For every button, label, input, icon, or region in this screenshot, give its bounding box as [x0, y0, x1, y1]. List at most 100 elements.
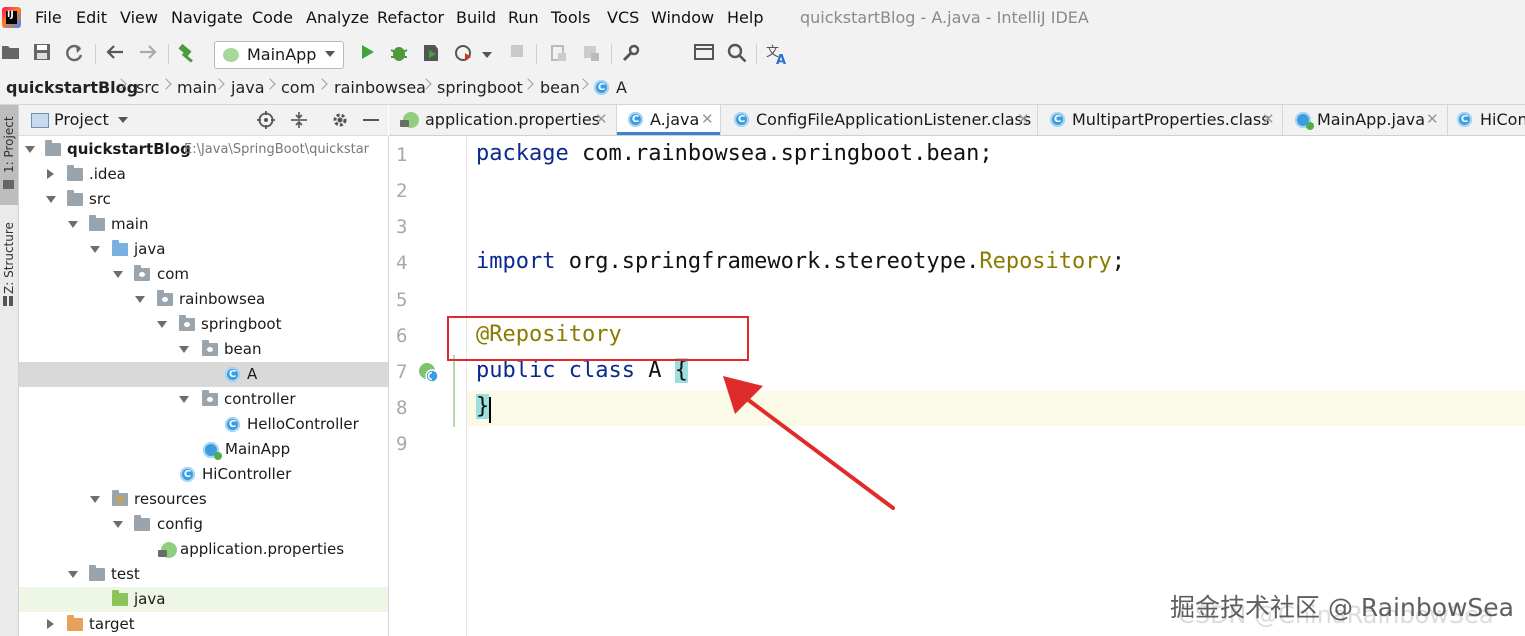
tree-item-java-source[interactable]: java	[19, 237, 388, 262]
debug-icon[interactable]	[388, 43, 410, 65]
close-icon[interactable]: ✕	[1017, 110, 1030, 128]
save-icon[interactable]	[31, 43, 53, 65]
hide-panel-icon[interactable]	[363, 119, 379, 121]
expand-arrow-icon[interactable]	[46, 196, 56, 203]
tab-application-properties[interactable]: application.properties ✕	[389, 105, 617, 135]
tree-item-label: bean	[224, 340, 262, 358]
tree-item-bean[interactable]: bean	[19, 337, 388, 362]
expand-arrow-icon[interactable]	[157, 321, 167, 328]
menu-code[interactable]: Code	[252, 8, 293, 27]
tool-window-structure-button[interactable]: Z: Structure	[0, 212, 18, 312]
menu-help[interactable]: Help	[727, 8, 763, 27]
menu-analyze[interactable]: Analyze	[306, 8, 369, 27]
profile-dropdown-icon[interactable]	[480, 43, 494, 65]
tree-item-src[interactable]: src	[19, 187, 388, 212]
tab-mainapp-java[interactable]: MainApp.java ✕	[1283, 105, 1448, 135]
translate-icon[interactable]: 文A	[766, 43, 788, 68]
tree-item-hellocontroller[interactable]: C HelloController	[19, 412, 388, 437]
menu-file[interactable]: File	[35, 8, 62, 27]
menu-view[interactable]: View	[120, 8, 158, 27]
tool-window-project-button[interactable]: 1: Project	[0, 105, 18, 205]
gear-icon[interactable]	[331, 111, 349, 133]
profile-icon[interactable]	[454, 43, 476, 65]
menu-navigate[interactable]: Navigate	[171, 8, 243, 27]
expand-arrow-icon[interactable]	[113, 271, 123, 278]
project-panel-title[interactable]: Project	[54, 110, 109, 129]
collapse-arrow-icon[interactable]	[47, 619, 54, 629]
close-icon[interactable]: ✕	[1262, 110, 1275, 128]
chevron-down-icon[interactable]	[118, 117, 128, 123]
tree-item-test[interactable]: test	[19, 562, 388, 587]
breadcrumb-item-springboot[interactable]: springboot	[437, 78, 523, 97]
back-icon[interactable]	[104, 43, 126, 65]
spring-bean-gutter-icon[interactable]	[417, 361, 439, 383]
tab-configfileapplicationlistener[interactable]: C ConfigFileApplicationListener.class ✕	[721, 105, 1038, 135]
forward-icon[interactable]	[137, 43, 159, 65]
search-icon[interactable]	[726, 43, 748, 65]
collapse-arrow-icon[interactable]	[47, 169, 54, 179]
breadcrumb-item-java[interactable]: java	[231, 78, 265, 97]
close-icon[interactable]: ✕	[595, 110, 608, 128]
settings-wrench-icon[interactable]	[620, 43, 642, 65]
tree-item-application-properties[interactable]: application.properties	[19, 537, 388, 562]
breadcrumb-item-main[interactable]: main	[177, 78, 217, 97]
code-editor[interactable]	[467, 136, 1525, 636]
menu-window[interactable]: Window	[651, 8, 714, 27]
breadcrumb-item-src[interactable]: src	[136, 78, 159, 97]
tree-item-idea[interactable]: .idea	[19, 162, 388, 187]
sync-icon[interactable]	[63, 43, 85, 65]
tree-item-com[interactable]: com	[19, 262, 388, 287]
tree-item-config[interactable]: config	[19, 512, 388, 537]
expand-arrow-icon[interactable]	[179, 396, 189, 403]
collapse-all-icon[interactable]	[290, 111, 308, 133]
expand-arrow-icon[interactable]	[68, 221, 78, 228]
line-number: 6	[396, 325, 408, 347]
tree-item-hicontroller[interactable]: C HiController	[19, 462, 388, 487]
tree-item-springboot[interactable]: springboot	[19, 312, 388, 337]
expand-arrow-icon[interactable]	[68, 571, 78, 578]
tree-item-project-root[interactable]: quickstartBlog E:\Java\SpringBoot\quicks…	[19, 137, 388, 162]
expand-arrow-icon[interactable]	[90, 246, 100, 253]
menu-edit[interactable]: Edit	[76, 8, 107, 27]
expand-arrow-icon[interactable]	[135, 296, 145, 303]
line-number: 2	[396, 180, 408, 202]
expand-arrow-icon[interactable]	[25, 146, 35, 153]
tab-a-java[interactable]: C A.java ✕	[617, 105, 721, 135]
locate-target-icon[interactable]	[257, 111, 275, 133]
breadcrumb-item-class[interactable]: A	[616, 78, 627, 97]
close-icon[interactable]: ✕	[701, 110, 714, 128]
run-icon[interactable]	[356, 43, 378, 65]
tree-item-controller[interactable]: controller	[19, 387, 388, 412]
breadcrumb-item-bean[interactable]: bean	[540, 78, 580, 97]
tree-item-java-test[interactable]: java	[19, 587, 388, 612]
build-hammer-icon[interactable]	[176, 43, 198, 65]
menu-build[interactable]: Build	[456, 8, 496, 27]
tree-item-mainapp[interactable]: MainApp	[19, 437, 388, 462]
tree-item-main[interactable]: main	[19, 212, 388, 237]
tab-multipartproperties[interactable]: C MultipartProperties.class ✕	[1038, 105, 1283, 135]
breadcrumb-item-com[interactable]: com	[281, 78, 315, 97]
run-configuration-dropdown[interactable]: MainApp	[214, 41, 344, 69]
tree-item-class-a[interactable]: C A	[19, 362, 388, 387]
tree-item-target[interactable]: target	[19, 612, 388, 636]
menu-refactor[interactable]: Refactor	[377, 8, 444, 27]
menu-vcs[interactable]: VCS	[607, 8, 639, 27]
close-icon[interactable]: ✕	[1426, 110, 1439, 128]
tree-item-resources[interactable]: resources	[19, 487, 388, 512]
sdk-icon[interactable]	[580, 43, 602, 65]
coverage-icon[interactable]	[420, 43, 442, 65]
breadcrumb-item-rainbowsea[interactable]: rainbowsea	[334, 78, 426, 97]
expand-arrow-icon[interactable]	[179, 346, 189, 353]
stop-icon[interactable]	[506, 43, 528, 65]
project-structure-icon[interactable]	[548, 43, 570, 65]
open-icon[interactable]	[0, 43, 22, 65]
terminal-icon[interactable]	[693, 43, 715, 65]
menu-tools[interactable]: Tools	[551, 8, 590, 27]
tree-item-rainbowsea[interactable]: rainbowsea	[19, 287, 388, 312]
tree-item-label: test	[111, 565, 140, 583]
intellij-logo-icon: IJ	[2, 7, 21, 28]
tab-hicontroller[interactable]: C HiCon	[1448, 105, 1525, 135]
expand-arrow-icon[interactable]	[90, 496, 100, 503]
menu-run[interactable]: Run	[508, 8, 539, 27]
expand-arrow-icon[interactable]	[113, 521, 123, 528]
